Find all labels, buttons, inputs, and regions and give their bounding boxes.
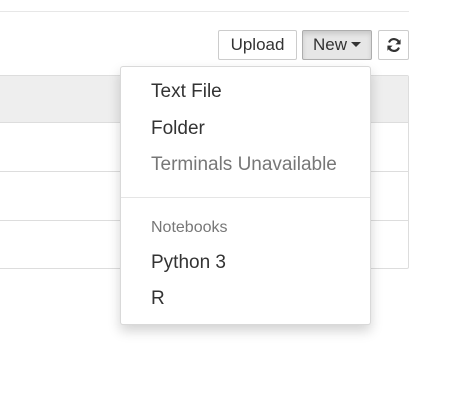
menu-item-terminals-unavailable: Terminals Unavailable (151, 154, 337, 175)
menu-item-text-file[interactable]: Text File (151, 80, 222, 104)
header-divider (0, 11, 409, 12)
menu-header-notebooks: Notebooks (151, 219, 228, 236)
upload-button[interactable]: Upload (218, 30, 297, 60)
new-dropdown-menu: Text File Folder Terminals Unavailable N… (120, 66, 371, 325)
menu-item-python-3[interactable]: Python 3 (151, 251, 226, 275)
caret-down-icon (351, 41, 361, 47)
menu-item-folder[interactable]: Folder (151, 117, 205, 141)
new-button-label: New (312, 35, 347, 54)
refresh-icon (386, 38, 401, 52)
menu-item-r[interactable]: R (151, 287, 165, 311)
menu-divider (121, 197, 370, 198)
new-button[interactable]: New (302, 30, 372, 60)
refresh-button[interactable] (378, 30, 409, 60)
notebook-dashboard: Upload New Text File Folder Terminals Un… (0, 0, 453, 409)
